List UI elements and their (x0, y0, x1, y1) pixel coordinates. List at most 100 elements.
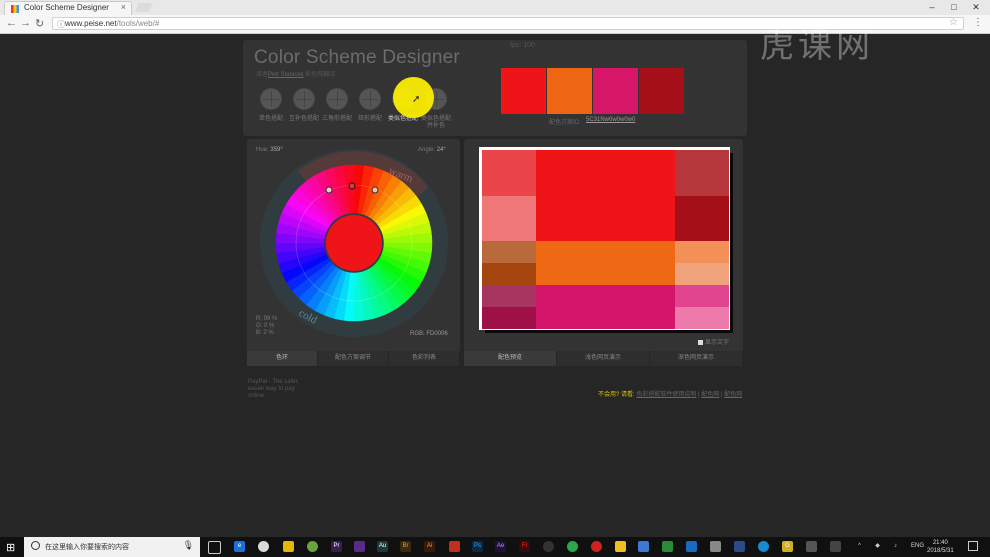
show-text-toggle[interactable]: 显示文字 (698, 337, 729, 346)
forward-icon[interactable]: → (20, 17, 31, 29)
app-g-icon[interactable]: G (782, 541, 793, 552)
tetrad-scheme-icon[interactable] (359, 88, 381, 110)
complement-scheme-icon[interactable] (293, 88, 315, 110)
show-text-label: 显示文字 (705, 340, 730, 346)
preview-cell-magenta-tint1[interactable] (675, 285, 729, 307)
author-link[interactable]: Petr Stanicek (268, 72, 304, 78)
notification-icon[interactable] (968, 541, 978, 551)
swatch-secondary-b[interactable] (593, 68, 638, 114)
app-green2-icon[interactable] (567, 541, 578, 552)
edge-icon[interactable]: e (234, 541, 245, 552)
clock[interactable]: 21:40 2018/5/31 (927, 539, 954, 555)
chrome-icon[interactable] (258, 541, 269, 552)
app-green-icon[interactable] (307, 541, 318, 552)
app-red-icon[interactable] (449, 541, 460, 552)
color-wheel[interactable]: warm cold (258, 147, 450, 339)
peise-link-1[interactable]: 配色网 (701, 392, 719, 398)
preview-cell-magenta-tint2[interactable] (675, 307, 729, 329)
app-blue-icon[interactable] (638, 541, 649, 552)
illustrator-icon[interactable]: Ai (424, 541, 435, 552)
preview-cell-orange-tint2[interactable] (675, 263, 729, 285)
tab-close-icon[interactable]: × (121, 2, 126, 12)
task-view-icon[interactable] (208, 541, 221, 554)
rgb-hex-value: FD0006 (426, 331, 448, 337)
after-effects-icon[interactable]: Ae (495, 541, 506, 552)
show-text-checkbox[interactable] (698, 339, 703, 345)
volume-icon[interactable]: ♪ (890, 541, 901, 552)
swatch-secondary-a[interactable] (547, 68, 592, 114)
tab-scheme-adjust[interactable]: 配色方案调节 (318, 351, 389, 366)
peise-link-2[interactable]: 配色网 (724, 392, 742, 398)
network-icon[interactable]: ◆ (872, 541, 883, 552)
close-window-button[interactable]: ✕ (965, 0, 987, 15)
help-manual-link[interactable]: 色彩搭配软件使用说明 (636, 392, 696, 398)
photoshop-icon[interactable]: Ps (472, 541, 483, 552)
browser-menu-icon[interactable]: ⋮ (973, 17, 983, 28)
preview-cell-magenta-shade2[interactable] (482, 307, 536, 329)
paypal-note[interactable]: PayPal - The safer, easier way to pay on… (248, 379, 308, 400)
tab-dark-page-demo[interactable]: 深色网页演示 (650, 351, 743, 366)
preview-cell-orange[interactable] (536, 241, 675, 285)
app-purple-icon[interactable] (354, 541, 365, 552)
microphone-icon[interactable]: 🎙 (183, 540, 194, 551)
wheel-handle-secondary-b[interactable] (371, 186, 379, 194)
preview-cell-primary[interactable] (536, 150, 675, 241)
tab-color-list[interactable]: 色彩列表 (389, 351, 460, 366)
ie-icon[interactable] (758, 541, 769, 552)
language-indicator[interactable]: ENG (911, 543, 924, 549)
app-yellow-icon[interactable] (615, 541, 626, 552)
app-gray-icon[interactable] (710, 541, 721, 552)
maximize-button[interactable]: □ (943, 0, 965, 15)
scheme-label-mono[interactable]: 单色搭配 (256, 116, 286, 123)
clock-time: 21:40 (932, 540, 948, 546)
tab-title: Color Scheme Designer (24, 3, 109, 12)
bookmark-star-icon[interactable]: ☆ (949, 17, 958, 28)
new-tab-button[interactable] (135, 3, 153, 12)
wheel-handle-secondary-a[interactable] (325, 186, 333, 194)
swatch-complement[interactable] (639, 68, 684, 114)
preview-cell-magenta[interactable] (536, 285, 675, 329)
mono-scheme-icon[interactable] (260, 88, 282, 110)
netease-icon[interactable] (591, 541, 602, 552)
reload-icon[interactable]: ↻ (35, 17, 44, 30)
scheme-label-complement[interactable]: 互补色搭配 (289, 116, 319, 123)
browser-tab-bar: Color Scheme Designer × – □ ✕ (0, 0, 990, 15)
app-disc-icon[interactable] (543, 541, 554, 552)
back-icon[interactable]: ← (6, 17, 17, 29)
wheel-handle-primary[interactable] (348, 182, 356, 190)
audition-icon[interactable]: Au (377, 541, 388, 552)
swatch-primary[interactable] (501, 68, 546, 114)
tab-color-preview[interactable]: 配色预览 (464, 351, 557, 366)
preview-cell-orange-shade2[interactable] (482, 263, 536, 285)
app-green3-icon[interactable] (662, 541, 673, 552)
info-icon[interactable]: ⓘ (57, 19, 65, 30)
scheme-label-analogic-accent[interactable]: 类似色搭配并补色 (421, 116, 451, 130)
tray-chevron-icon[interactable]: ^ (854, 541, 865, 552)
scheme-label-triad[interactable]: 三角形搭配 (322, 116, 352, 123)
app-navy-icon[interactable] (734, 541, 745, 552)
preview-cell-primary-dark1[interactable] (675, 150, 729, 196)
preview-cell-primary-light1[interactable] (482, 150, 536, 196)
scheme-id-link[interactable]: 5C31Nw0w0w0w0 (586, 117, 635, 123)
tray-app-icon[interactable] (806, 541, 817, 552)
taskbar-search[interactable]: 在这里输入你要搜索的内容 🎙 (24, 537, 200, 557)
tab-light-page-demo[interactable]: 浅色网页演示 (557, 351, 650, 366)
file-explorer-icon[interactable] (283, 541, 294, 552)
premiere-icon[interactable]: Pr (331, 541, 342, 552)
scheme-label-tetrad[interactable]: 矩形搭配 (355, 116, 385, 123)
minimize-button[interactable]: – (921, 0, 943, 15)
flash-icon[interactable]: Fl (519, 541, 530, 552)
preview-cell-magenta-shade1[interactable] (482, 285, 536, 307)
tray-app2-icon[interactable] (830, 541, 841, 552)
preview-cell-primary-dark2[interactable] (675, 196, 729, 241)
tab-color-wheel[interactable]: 色环 (247, 351, 318, 366)
windows-start-icon[interactable]: ⊞ (6, 541, 15, 554)
preview-cell-primary-light2[interactable] (482, 196, 536, 241)
bridge-icon[interactable]: Br (400, 541, 411, 552)
translator-link[interactable]: 配色网翻译 (305, 72, 335, 78)
app-blue2-icon[interactable] (686, 541, 697, 552)
preview-cell-orange-tint1[interactable] (675, 241, 729, 263)
preview-cell-orange-shade1[interactable] (482, 241, 536, 263)
triad-scheme-icon[interactable] (326, 88, 348, 110)
browser-tab[interactable]: Color Scheme Designer × (4, 1, 132, 15)
